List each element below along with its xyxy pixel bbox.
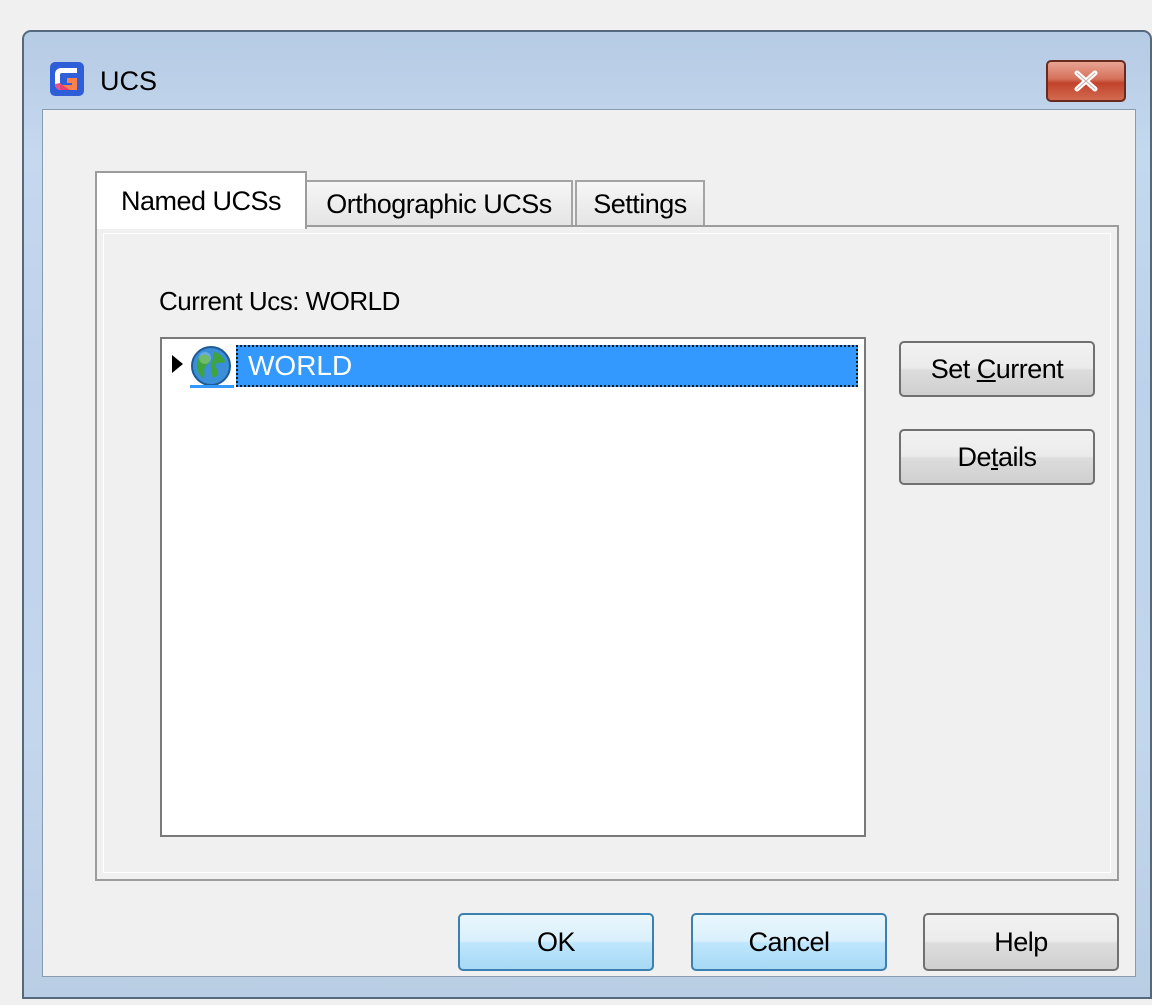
details-post: ails — [998, 441, 1037, 472]
app-logo-icon — [50, 62, 84, 96]
dialog-client-area: Named UCSs Orthographic UCSs Settings Cu… — [42, 109, 1136, 977]
ucs-tree-view[interactable]: WORLD — [160, 337, 866, 837]
title-bar[interactable]: UCS — [24, 32, 1150, 112]
tree-item-world[interactable]: WORLD — [170, 343, 860, 388]
details-pre: De — [957, 441, 991, 472]
close-button[interactable] — [1046, 60, 1126, 102]
tab-named-ucss[interactable]: Named UCSs — [95, 171, 307, 229]
tab-settings[interactable]: Settings — [575, 180, 705, 227]
tree-item-label[interactable]: WORLD — [236, 345, 858, 387]
details-mnemonic: t — [990, 441, 999, 472]
set-current-post: urrent — [995, 353, 1064, 384]
set-current-mnemonic: C — [976, 353, 997, 384]
globe-icon — [191, 346, 231, 386]
close-icon — [1074, 70, 1098, 92]
set-current-pre: Set — [930, 353, 977, 384]
window-title: UCS — [100, 66, 158, 96]
cancel-button[interactable]: Cancel — [691, 913, 887, 971]
expand-arrow-icon[interactable] — [172, 355, 183, 373]
ok-button[interactable]: OK — [458, 913, 654, 971]
current-ucs-label: Current Ucs: WORLD — [159, 286, 400, 316]
set-current-button[interactable]: Set Current — [899, 341, 1095, 397]
help-button[interactable]: Help — [923, 913, 1119, 971]
tree-item-underline — [190, 385, 234, 388]
details-button[interactable]: De t ails — [899, 429, 1095, 485]
tab-orthographic-ucss[interactable]: Orthographic UCSs — [307, 180, 573, 227]
ucs-dialog: UCS Named UCSs Orthographic UCSs Setting… — [22, 30, 1152, 999]
